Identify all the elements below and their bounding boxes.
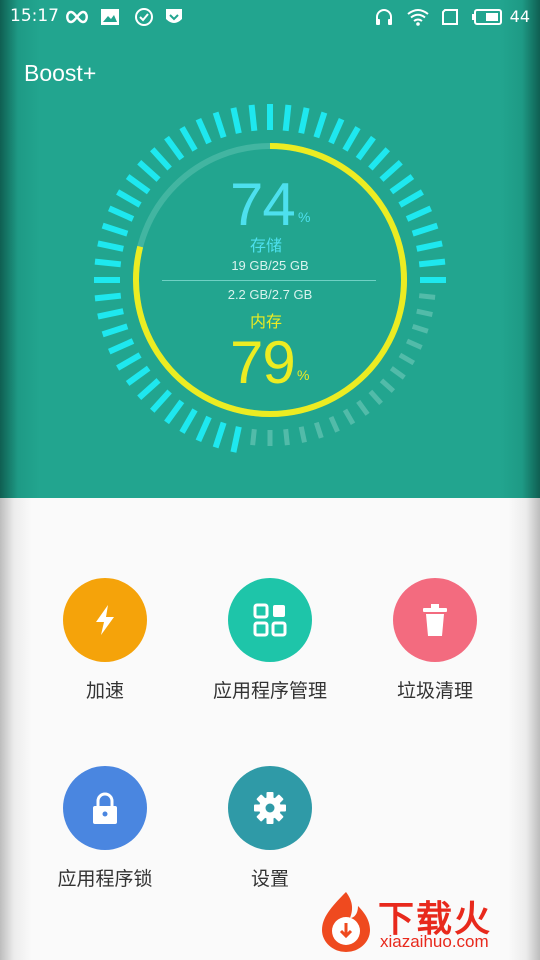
- flame-logo-icon: [322, 892, 370, 952]
- app-lock-button[interactable]: 应用程序锁: [15, 766, 195, 891]
- memory-used-total: 2.2 GB/2.7 GB: [227, 287, 313, 302]
- boost-label: 加速: [85, 680, 124, 702]
- storage-percent-sign: %: [298, 209, 311, 225]
- app-manager-button[interactable]: 应用程序管理: [180, 578, 360, 703]
- storage-tick: [416, 240, 443, 252]
- storage-tick: [298, 426, 307, 443]
- gauge-divider: [162, 280, 376, 281]
- storage-tick: [116, 189, 142, 208]
- settings-button[interactable]: 设置: [180, 766, 360, 891]
- gear-icon: [254, 792, 286, 824]
- app-lock-circle[interactable]: [63, 766, 147, 850]
- storage-tick: [342, 126, 361, 152]
- storage-tick: [150, 147, 172, 171]
- lightning-icon: [96, 605, 114, 635]
- app-manager-label: 应用程序管理: [212, 680, 327, 702]
- storage-tick: [116, 352, 142, 371]
- storage-tick: [101, 222, 129, 237]
- storage-tick: [230, 107, 242, 134]
- storage-tick: [398, 352, 416, 366]
- storage-label: 存储: [250, 238, 283, 255]
- storage-tick: [389, 366, 406, 380]
- storage-tick: [179, 126, 198, 152]
- app-manager-circle[interactable]: [228, 578, 312, 662]
- storage-tick: [164, 135, 185, 161]
- settings-circle[interactable]: [228, 766, 312, 850]
- app-lock-label: 应用程序锁: [57, 868, 153, 890]
- storage-tick: [248, 104, 258, 132]
- storage-tick: [137, 160, 161, 182]
- storage-tick: [379, 160, 403, 182]
- lock-icon: [93, 792, 117, 824]
- storage-tick: [411, 222, 439, 237]
- header-panel: 15:17 44 Boost+ 74 % 存储 19 GB/25 GB 2.2 …: [0, 0, 540, 498]
- watermark-subtext: xiazaihuo.com: [380, 932, 489, 951]
- storage-tick: [212, 421, 227, 449]
- usage-gauge: 74 % 存储 19 GB/25 GB 2.2 GB/2.7 GB 内存 79 …: [0, 0, 540, 498]
- storage-tick: [101, 323, 129, 338]
- memory-percent-sign: %: [297, 367, 310, 383]
- storage-tick: [379, 378, 396, 393]
- storage-tick: [150, 389, 172, 413]
- storage-used-total: 19 GB/25 GB: [231, 258, 309, 273]
- storage-tick: [298, 107, 310, 134]
- junk-clean-circle[interactable]: [393, 578, 477, 662]
- trash-icon: [423, 604, 447, 636]
- storage-tick: [125, 365, 151, 386]
- storage-tick: [125, 174, 151, 195]
- storage-tick: [212, 111, 227, 139]
- storage-tick: [282, 104, 292, 132]
- storage-tick: [107, 205, 135, 222]
- storage-tick: [411, 323, 429, 334]
- storage-tick: [405, 205, 433, 222]
- watermark: 下载火 xiazaihuo.com: [318, 888, 540, 960]
- junk-clean-label: 垃圾清理: [396, 680, 473, 702]
- grid-icon: [253, 603, 287, 637]
- storage-tick: [368, 389, 383, 406]
- boost-circle[interactable]: [63, 578, 147, 662]
- storage-tick: [355, 135, 376, 161]
- storage-tick: [356, 399, 370, 416]
- storage-tick: [416, 308, 433, 317]
- storage-tick: [250, 428, 257, 446]
- storage-tick: [230, 426, 242, 453]
- storage-tick: [107, 338, 135, 355]
- storage-tick: [97, 308, 124, 320]
- tools-panel: 加速 应用程序管理 垃圾清理 应用程序锁 设置 下载火 xiazaihuo.co…: [0, 498, 540, 960]
- storage-tick: [137, 378, 161, 400]
- boost-button[interactable]: 加速: [15, 578, 195, 703]
- storage-tick: [97, 240, 124, 252]
- settings-label: 设置: [250, 868, 289, 890]
- storage-tick: [389, 174, 415, 195]
- storage-tick: [179, 408, 198, 434]
- storage-tick: [313, 421, 324, 439]
- storage-tick: [328, 117, 345, 145]
- storage-tick: [406, 338, 423, 350]
- memory-percent: 79: [230, 329, 296, 396]
- storage-tick: [342, 408, 356, 426]
- storage-tick: [368, 147, 390, 171]
- storage-tick: [328, 416, 340, 433]
- storage-tick: [398, 189, 424, 208]
- storage-tick: [283, 428, 290, 446]
- storage-tick: [164, 399, 185, 425]
- storage-tick: [195, 117, 212, 145]
- storage-percent: 74: [230, 171, 296, 238]
- junk-clean-button[interactable]: 垃圾清理: [345, 578, 525, 703]
- storage-tick: [313, 111, 328, 139]
- storage-tick: [195, 415, 212, 443]
